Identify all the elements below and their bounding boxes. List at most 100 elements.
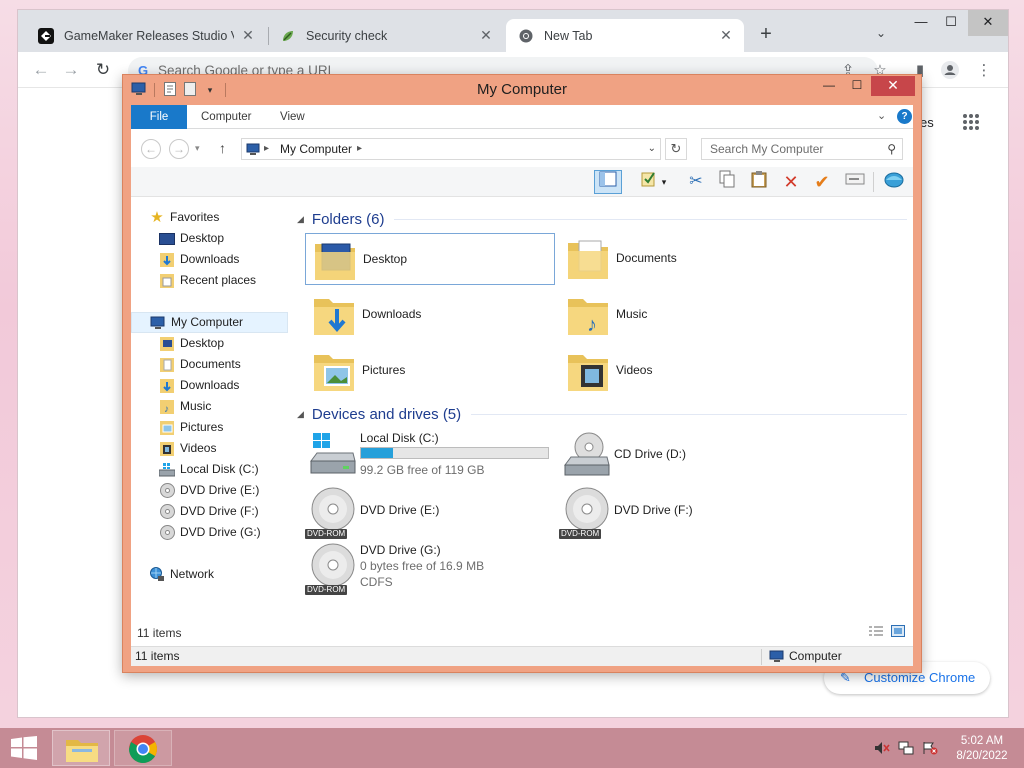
breadcrumb-chevron-icon[interactable]: ▸ bbox=[264, 139, 269, 159]
search-input[interactable]: Search My Computer ⚲ bbox=[701, 138, 903, 160]
drive-dvd-g[interactable]: DVD-ROM DVD Drive (G:) 0 bytes free of 1… bbox=[305, 541, 555, 597]
chrome-maximize-button[interactable]: ☐ bbox=[936, 10, 966, 36]
chrome-menu-icon[interactable]: ⋮ bbox=[974, 61, 994, 79]
new-tab-link-text[interactable]: es bbox=[920, 115, 934, 130]
nav-desktop[interactable]: Desktop bbox=[159, 333, 315, 354]
tab-security-check[interactable]: Security check ✕ bbox=[268, 19, 504, 52]
explorer-title-bar[interactable]: ▾ My Computer — ☐ ✕ bbox=[123, 75, 921, 105]
tab-gamemaker[interactable]: GameMaker Releases Studio Versions ✕ bbox=[26, 19, 266, 52]
taskbar-file-explorer-button[interactable] bbox=[52, 730, 110, 766]
back-button[interactable]: ← bbox=[141, 139, 161, 159]
folder-desktop[interactable]: Desktop bbox=[305, 233, 555, 285]
profile-avatar-icon[interactable] bbox=[940, 61, 960, 83]
volume-muted-icon[interactable] bbox=[874, 741, 890, 755]
nav-favorites[interactable]: ★ Favorites bbox=[149, 207, 305, 228]
search-placeholder: Search My Computer bbox=[710, 142, 824, 156]
nav-documents[interactable]: Documents bbox=[159, 354, 315, 375]
downloads-folder-icon bbox=[314, 299, 354, 335]
forward-arrow-icon[interactable]: → bbox=[60, 60, 82, 80]
folder-music[interactable]: ♪ Music bbox=[559, 289, 809, 341]
nav-fav-downloads[interactable]: Downloads bbox=[159, 249, 315, 270]
gamemaker-icon bbox=[38, 27, 54, 44]
taskbar-chrome-button[interactable] bbox=[114, 730, 172, 766]
folder-pictures[interactable]: Pictures bbox=[305, 345, 555, 397]
clock-date: 8/20/2022 bbox=[956, 750, 1008, 762]
tab-search-chevron-icon[interactable]: ⌄ bbox=[876, 26, 886, 40]
folders-group-header[interactable]: ◢ Folders (6) bbox=[297, 209, 907, 229]
tab-close-icon[interactable]: ✕ bbox=[478, 27, 494, 44]
refresh-button[interactable]: ↻ bbox=[665, 138, 687, 160]
rename-check-icon[interactable]: ✔ bbox=[808, 170, 836, 194]
breadcrumb-chevron-icon[interactable]: ▸ bbox=[357, 139, 362, 159]
details-view-icon[interactable] bbox=[869, 625, 883, 640]
drive-name: DVD Drive (G:) bbox=[360, 543, 441, 557]
folder-name: Videos bbox=[616, 363, 653, 377]
drive-properties-icon[interactable] bbox=[841, 170, 869, 194]
chrome-close-button[interactable]: ✕ bbox=[968, 10, 1008, 36]
copy-icon[interactable] bbox=[713, 170, 741, 194]
desktop-icon bbox=[159, 231, 175, 247]
nav-label: DVD Drive (E:) bbox=[180, 483, 260, 497]
nav-label: My Computer bbox=[171, 315, 244, 329]
preview-pane-icon[interactable] bbox=[594, 170, 622, 194]
up-arrow-icon[interactable]: ↑ bbox=[219, 140, 226, 156]
address-bar[interactable]: ▸ My Computer ▸ ⌄ bbox=[241, 138, 661, 160]
nav-downloads[interactable]: Downloads bbox=[159, 375, 315, 396]
windows-start-icon[interactable] bbox=[10, 736, 38, 760]
reload-icon[interactable]: ↻ bbox=[92, 60, 114, 80]
help-icon[interactable]: ? bbox=[897, 109, 912, 124]
nav-videos[interactable]: Videos bbox=[159, 438, 315, 459]
navigation-pane: ★ Favorites Desktop Downloads Recent pla… bbox=[131, 205, 291, 605]
collapse-triangle-icon[interactable]: ◢ bbox=[297, 409, 304, 420]
address-dropdown-chevron-icon[interactable]: ⌄ bbox=[648, 139, 656, 159]
large-icons-view-icon[interactable] bbox=[891, 625, 905, 640]
collapse-triangle-icon[interactable]: ◢ bbox=[297, 214, 304, 225]
folder-downloads[interactable]: Downloads bbox=[305, 289, 555, 341]
nav-dvd-drive-f[interactable]: DVD Drive (F:) bbox=[159, 501, 315, 522]
tab-new-tab[interactable]: New Tab ✕ bbox=[506, 19, 744, 52]
breadcrumb-location[interactable]: My Computer bbox=[280, 142, 352, 156]
nav-fav-desktop[interactable]: Desktop bbox=[159, 228, 315, 249]
tab-view[interactable]: View bbox=[266, 105, 319, 129]
taskbar-clock[interactable]: 5:02 AM 8/20/2022 bbox=[950, 734, 1014, 764]
paste-clipboard-icon[interactable] bbox=[745, 170, 773, 194]
explorer-minimize-button[interactable]: — bbox=[815, 76, 843, 96]
recent-locations-chevron-icon[interactable]: ▾ bbox=[195, 143, 200, 154]
tab-file[interactable]: File bbox=[131, 105, 187, 129]
explorer-maximize-button[interactable]: ☐ bbox=[843, 76, 871, 96]
network-icon[interactable] bbox=[898, 741, 914, 755]
delete-x-icon[interactable]: ✕ bbox=[777, 170, 805, 194]
google-apps-icon[interactable] bbox=[963, 114, 979, 130]
explorer-body: File Computer View ⌄ ? ← → ▾ ↑ ▸ My Comp… bbox=[131, 105, 913, 666]
nav-pictures[interactable]: Pictures bbox=[159, 417, 315, 438]
shell-globe-icon[interactable] bbox=[880, 170, 908, 194]
explorer-close-button[interactable]: ✕ bbox=[871, 76, 915, 96]
dropdown-chevron-icon[interactable]: ▾ bbox=[657, 170, 671, 194]
tab-close-icon[interactable]: ✕ bbox=[718, 27, 734, 44]
nav-network[interactable]: Network bbox=[149, 564, 305, 585]
nav-music[interactable]: ♪ Music bbox=[159, 396, 315, 417]
tab-close-icon[interactable]: ✕ bbox=[240, 27, 256, 44]
nav-fav-recent-places[interactable]: Recent places bbox=[159, 270, 315, 291]
folder-videos[interactable]: Videos bbox=[559, 345, 809, 397]
drives-group-header[interactable]: ◢ Devices and drives (5) bbox=[297, 404, 907, 424]
nav-dvd-drive-e[interactable]: DVD Drive (E:) bbox=[159, 480, 315, 501]
new-tab-button[interactable]: + bbox=[754, 23, 778, 46]
chrome-minimize-button[interactable]: — bbox=[906, 10, 936, 36]
nav-dvd-drive-g[interactable]: DVD Drive (G:) bbox=[159, 522, 315, 543]
drive-dvd-e[interactable]: DVD-ROM DVD Drive (E:) bbox=[305, 485, 555, 541]
nav-my-computer[interactable]: My Computer bbox=[131, 312, 288, 333]
cut-scissors-icon[interactable]: ✂ bbox=[682, 170, 710, 194]
folder-documents[interactable]: Documents bbox=[559, 233, 809, 285]
drive-dvd-f[interactable]: DVD-ROM DVD Drive (F:) bbox=[559, 485, 809, 541]
music-folder-icon: ♪ bbox=[568, 299, 608, 336]
nav-local-disk-c[interactable]: Local Disk (C:) bbox=[159, 459, 315, 480]
expand-ribbon-chevron-icon[interactable]: ⌄ bbox=[877, 109, 886, 122]
tab-computer[interactable]: Computer bbox=[187, 105, 266, 129]
forward-button[interactable]: → bbox=[169, 139, 189, 159]
drive-cd-d[interactable]: CD Drive (D:) bbox=[559, 429, 809, 485]
drive-local-disk-c[interactable]: Local Disk (C:) 99.2 GB free of 119 GB bbox=[305, 429, 555, 485]
dvd-disc-icon bbox=[159, 504, 175, 520]
back-arrow-icon[interactable]: ← bbox=[30, 60, 52, 80]
action-center-flag-icon[interactable] bbox=[922, 741, 938, 755]
